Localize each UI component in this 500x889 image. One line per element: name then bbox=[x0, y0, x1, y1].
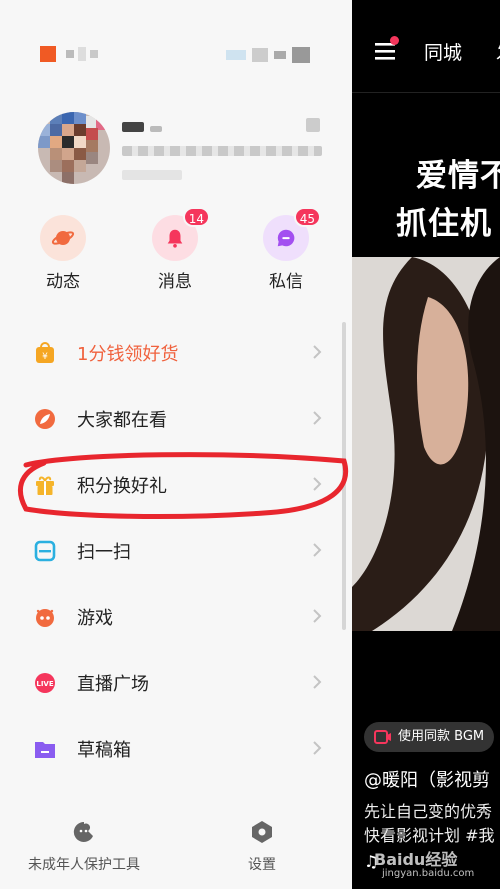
private-message-count-badge: 45 bbox=[293, 207, 321, 227]
video-author[interactable]: @暖阳（影视剪 bbox=[364, 766, 490, 792]
settings-hexagon-icon bbox=[248, 818, 276, 846]
chevron-right-icon bbox=[313, 345, 322, 359]
chevron-right-icon bbox=[313, 477, 322, 491]
menu-item-label: 游戏 bbox=[77, 608, 113, 629]
quick-actions: 动态 14 消息 45 私信 bbox=[0, 207, 352, 295]
video-frame-image bbox=[352, 257, 500, 631]
settings-label: 设置 bbox=[248, 857, 276, 873]
user-id-blur bbox=[122, 146, 322, 156]
planet-icon bbox=[40, 215, 86, 261]
chevron-right-icon bbox=[313, 741, 322, 755]
menu-item-drafts[interactable]: 草稿箱 bbox=[0, 716, 352, 782]
user-profile[interactable] bbox=[38, 112, 338, 192]
menu-item-label: 草稿箱 bbox=[77, 740, 131, 761]
baidu-watermark-url: jingyan.baidu.com bbox=[382, 868, 475, 879]
use-same-bgm-button[interactable]: 使用同款 BGM bbox=[364, 722, 495, 752]
drawer-scrollbar[interactable] bbox=[342, 322, 346, 630]
menu-item-label: 积分换好礼 bbox=[77, 476, 167, 497]
quick-action-private-messages[interactable]: 45 私信 bbox=[246, 207, 326, 292]
shopping-bag-icon: ¥ bbox=[36, 342, 54, 363]
video-camera-icon bbox=[374, 730, 391, 744]
svg-text:¥: ¥ bbox=[42, 352, 48, 362]
video-feed: 同城 发 爱情不 抓住机 使用同款 BGM @暖阳（影视剪 先让自己变的优秀 快… bbox=[352, 0, 500, 889]
menu-item-label: 直播广场 bbox=[77, 674, 149, 695]
menu-item-trending[interactable]: 大家都在看 bbox=[0, 386, 352, 452]
leaf-icon bbox=[35, 409, 55, 429]
status-bar-left bbox=[40, 46, 98, 62]
settings-button[interactable]: 设置 bbox=[248, 818, 276, 874]
quick-action-label: 私信 bbox=[269, 272, 303, 292]
menu-item-label: 大家都在看 bbox=[77, 410, 167, 431]
chevron-right-icon bbox=[313, 411, 322, 425]
chevron-right-icon bbox=[313, 675, 322, 689]
video-player[interactable] bbox=[352, 257, 500, 631]
youth-protection-button[interactable]: 未成年人保护工具 bbox=[28, 818, 140, 874]
message-count-badge: 14 bbox=[182, 207, 210, 227]
menu-item-games[interactable]: 游戏 bbox=[0, 584, 352, 650]
quick-action-label: 消息 bbox=[158, 272, 192, 292]
video-overlay-line-2: 抓住机 bbox=[396, 206, 492, 242]
menu-item-live-plaza[interactable]: LIVE 直播广场 bbox=[0, 650, 352, 716]
youth-protection-label: 未成年人保护工具 bbox=[28, 857, 140, 873]
menu-item-label: 扫一扫 bbox=[77, 542, 131, 563]
baidu-watermark: Baidu经验 bbox=[374, 850, 458, 869]
chevron-right-icon bbox=[313, 609, 322, 623]
chat-bubble-icon: 45 bbox=[263, 207, 321, 261]
folder-icon bbox=[35, 742, 55, 758]
shield-face-icon bbox=[70, 818, 98, 846]
live-icon-text: LIVE bbox=[36, 680, 53, 688]
tab-discover[interactable]: 发 bbox=[496, 38, 500, 65]
menu-item-label: 1分钱领好货 bbox=[77, 344, 179, 365]
side-drawer: 动态 14 消息 45 私信 ¥ 1分钱领好货 大家都在看 积分换好礼 扫一扫 … bbox=[0, 0, 352, 889]
quick-action-messages[interactable]: 14 消息 bbox=[135, 207, 215, 292]
menu-item-scan[interactable]: 扫一扫 bbox=[0, 518, 352, 584]
status-bar-right bbox=[226, 47, 310, 63]
bgm-label: 使用同款 BGM bbox=[398, 729, 485, 744]
video-description-line-1: 先让自己变的优秀 bbox=[364, 802, 493, 821]
quick-action-label: 动态 bbox=[46, 272, 80, 292]
menu-item-points-rewards[interactable]: 积分换好礼 bbox=[0, 452, 352, 518]
tab-local[interactable]: 同城 bbox=[424, 38, 462, 65]
video-overlay-line-1: 爱情不 bbox=[416, 158, 500, 194]
menu-item-penny-deals[interactable]: ¥ 1分钱领好货 bbox=[0, 320, 352, 386]
chevron-right-icon bbox=[313, 543, 322, 557]
quick-action-moments[interactable]: 动态 bbox=[23, 215, 103, 292]
bell-icon: 14 bbox=[152, 207, 210, 261]
gift-icon bbox=[36, 476, 54, 495]
topbar-divider bbox=[352, 92, 500, 93]
menu-notification-dot bbox=[390, 36, 399, 45]
scan-icon bbox=[34, 540, 56, 562]
avatar[interactable] bbox=[38, 112, 110, 184]
video-description-line-2: 快看影视计划 #我 bbox=[364, 826, 495, 845]
username-blur bbox=[122, 122, 144, 132]
live-icon: LIVE bbox=[35, 673, 55, 693]
game-icon bbox=[36, 609, 54, 627]
